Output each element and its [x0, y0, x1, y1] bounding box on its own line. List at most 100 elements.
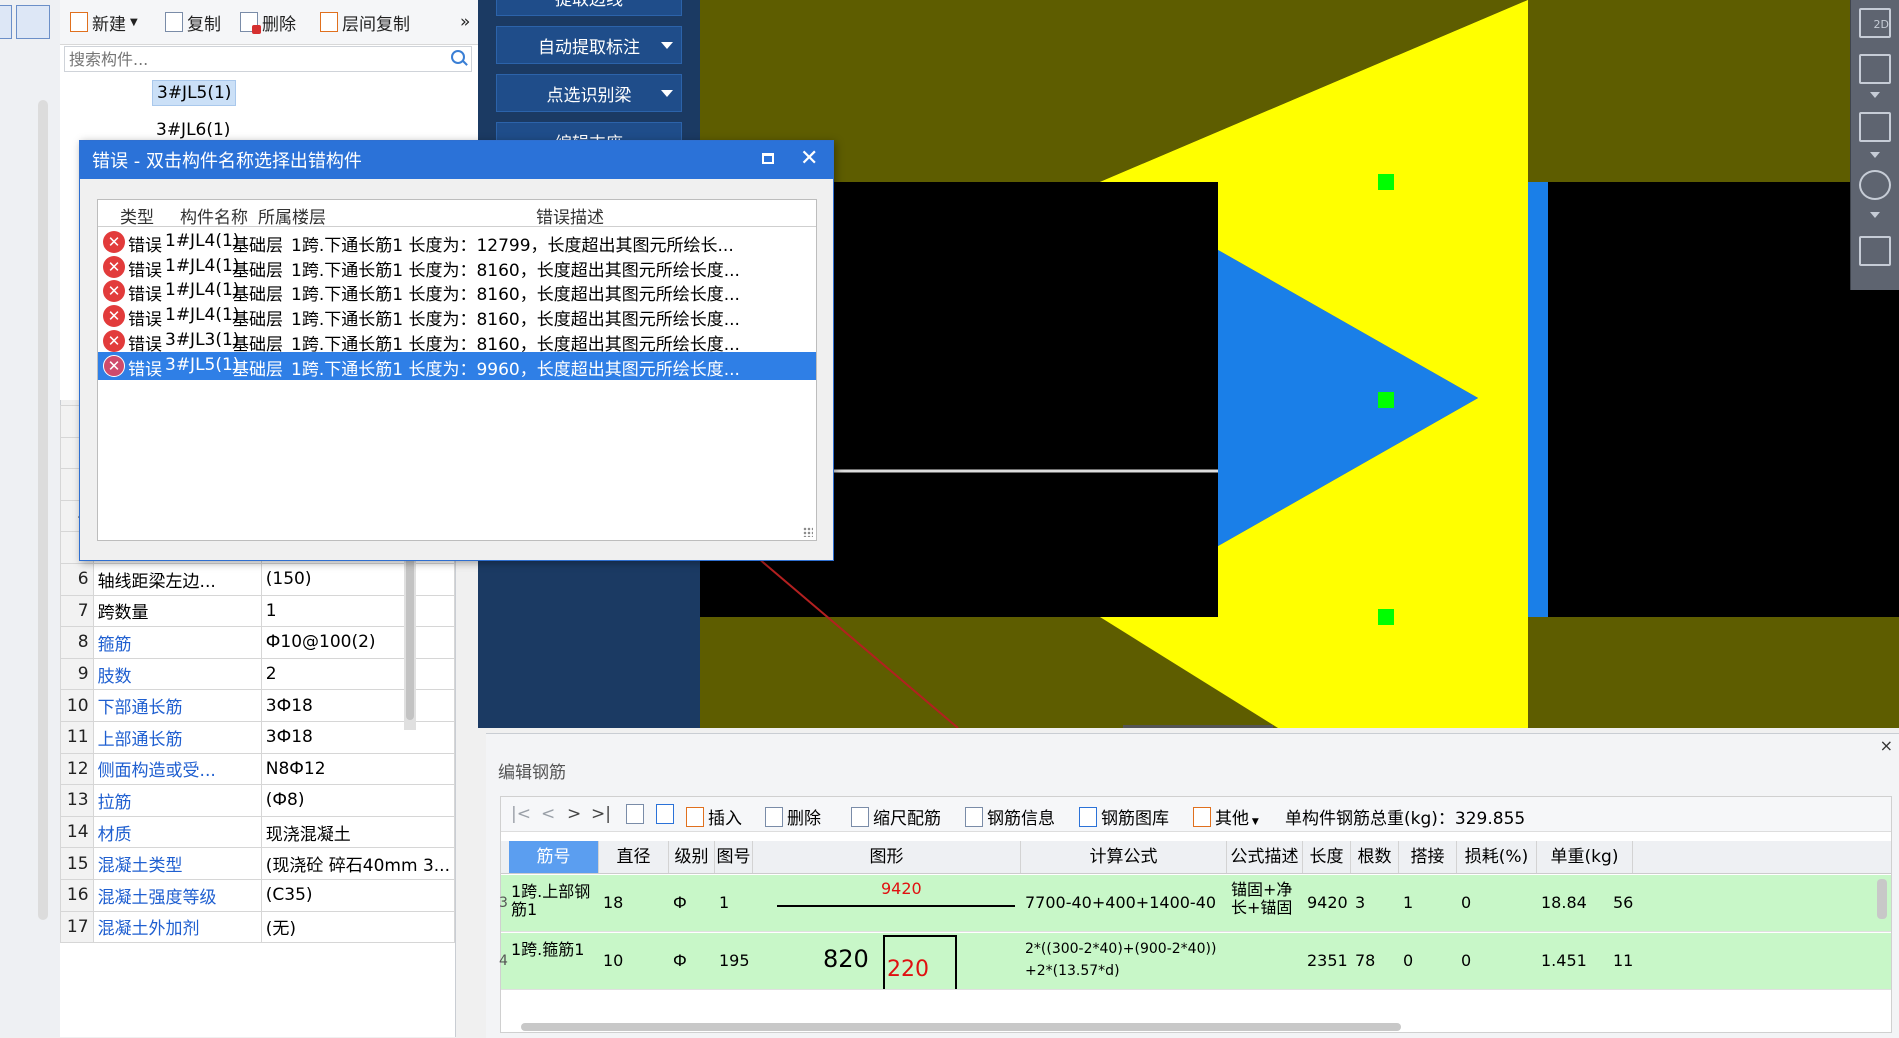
property-row[interactable]: 7 跨数量 1 [60, 594, 456, 628]
rebar-header-cell[interactable]: 长度 [1303, 841, 1351, 873]
property-value[interactable]: 1 [260, 594, 456, 628]
property-row[interactable]: 10 下部通长筋 3Ф18 [60, 689, 456, 722]
rebar-info-button[interactable]: 钢筋信息 [965, 804, 1055, 829]
property-value[interactable]: (Ф8) [260, 784, 456, 817]
vertical-scrollbar[interactable] [1877, 879, 1887, 919]
more-button[interactable]: » [460, 10, 470, 34]
property-row[interactable]: 6 轴线距梁左边... (150) [60, 562, 456, 596]
rebar-header-cell[interactable]: 图形 [753, 841, 1021, 873]
rebar-header-cell[interactable]: 根数 [1351, 841, 1399, 873]
rebar-library-button[interactable]: 钢筋图库 [1079, 804, 1169, 829]
prev-icon[interactable]: < [541, 804, 555, 824]
panel-toggle-icon[interactable] [0, 5, 12, 39]
rebar-shape-width: 220 [887, 957, 929, 982]
delete-row-button[interactable]: 删除 [765, 804, 821, 829]
3d-view-button[interactable] [1859, 54, 1891, 84]
error-dialog-titlebar[interactable]: 错误 - 双击构件名称选择出错构件 ✕ [80, 141, 833, 179]
chevron-down-icon[interactable] [1870, 92, 1880, 98]
property-value[interactable]: (150) [260, 562, 456, 596]
property-row[interactable]: 17 混凝土外加剂 (无) [60, 910, 456, 944]
property-name: 下部通长筋 [92, 689, 262, 722]
rebar-header-cell[interactable]: 图号 [715, 841, 753, 873]
chevron-down-icon[interactable] [1870, 152, 1880, 158]
property-row[interactable]: 16 混凝土强度等级 (C35) [60, 878, 456, 912]
property-row[interactable]: 8 箍筋 Ф10@100(2) [60, 626, 456, 659]
property-row[interactable]: 14 材质 现浇混凝土 [60, 815, 456, 849]
rotate-icon[interactable] [1859, 170, 1891, 200]
property-value[interactable]: (C35) [260, 878, 456, 912]
rebar-header-cell[interactable]: 单重(kg) [1537, 841, 1633, 873]
rebar-header-cell[interactable]: 直径(mm) [599, 841, 669, 899]
horizontal-scrollbar[interactable] [521, 1023, 1401, 1031]
layout-icon[interactable] [16, 5, 50, 39]
chevron-down-icon[interactable] [1870, 212, 1880, 218]
move-up-icon[interactable] [626, 804, 648, 826]
rebar-formula: 7700-40+400+1400-40 [1025, 893, 1217, 912]
property-value[interactable]: N8Ф12 [260, 752, 456, 786]
rebar-row[interactable]: 3 1跨.上部钢筋1 18 Ф 1 9420 7700-40+400+1400-40 锚固+净… [499, 875, 1891, 932]
error-icon: ✕ [103, 329, 125, 352]
error-list: 类型 构件名称 所属楼层 错误描述 ✕ 错误 1#JL4(1) 基础层 1跨.下通长筋1… [97, 199, 817, 541]
rebar-header-cell[interactable]: 筋号 [509, 841, 599, 873]
next-icon[interactable]: > [567, 804, 581, 824]
property-value[interactable]: 3Ф18 [260, 689, 456, 722]
rebar-edit-panel: 编辑钢筋 × |< < > >| 插入 删除 缩尺配筋 钢筋信息 钢筋图库 其他… [486, 733, 1899, 1038]
property-value[interactable]: 2 [260, 657, 456, 691]
rebar-header-cell[interactable]: 损耗(%) [1457, 841, 1537, 873]
rebar-header-cell[interactable]: 公式描述 [1227, 841, 1303, 873]
error-desc: 1跨.下通长筋1 长度为：9960，长度超出其图元所绘长度... [291, 359, 740, 380]
property-row[interactable]: 13 拉筋 (Ф8) [60, 784, 456, 817]
point-identify-button[interactable]: 点选识别梁 [496, 74, 682, 112]
search-icon[interactable] [451, 50, 465, 64]
new-label: 新建 [92, 14, 126, 35]
cube-view-icon[interactable] [1859, 112, 1891, 142]
grid-icon[interactable] [1859, 236, 1891, 266]
auto-extract-button[interactable]: 自动提取标注 [496, 26, 682, 64]
error-row[interactable]: ✕ 错误 3#JL5(1) 基础层 1跨.下通长筋1 长度为：9960，长度超出其图元所… [98, 351, 816, 380]
property-value[interactable]: 3Ф18 [260, 720, 456, 754]
property-value[interactable]: 现浇混凝土 [260, 815, 456, 849]
rebar-header-cell[interactable]: 计算公式 [1021, 841, 1227, 873]
other-button[interactable]: 其他 ▼ [1193, 804, 1259, 829]
header-type[interactable]: 类型 [120, 203, 154, 228]
first-page-icon[interactable]: |< [511, 804, 531, 824]
scale-config-button[interactable]: 缩尺配筋 [851, 804, 941, 829]
rebar-grade: Ф [673, 893, 687, 912]
close-icon[interactable]: × [1880, 736, 1893, 755]
move-down-icon[interactable] [656, 804, 678, 826]
header-name[interactable]: 构件名称 [180, 203, 248, 228]
property-row[interactable]: 11 上部通长筋 3Ф18 [60, 720, 456, 754]
header-desc[interactable]: 错误描述 [536, 203, 604, 228]
extract-edge-button[interactable]: 提取边线 [496, 0, 682, 16]
last-page-icon[interactable]: >| [591, 804, 611, 824]
copy-button[interactable]: 复制 [165, 10, 221, 35]
point-identify-label: 点选识别梁 [546, 85, 632, 106]
property-name: 轴线距梁左边... [92, 562, 262, 596]
error-name: 1#JL4(1) [165, 231, 240, 251]
left-scrollbar[interactable] [38, 100, 48, 920]
insert-button[interactable]: 插入 [686, 804, 742, 829]
close-icon[interactable]: ✕ [800, 147, 818, 171]
tree-item-selected[interactable]: 3#JL5(1) [152, 80, 237, 106]
rebar-row[interactable]: 4 1跨.箍筋1 10 Ф 195 820 220 2*((300-2*40)+(900-2*… [499, 933, 1891, 990]
delete-button[interactable]: 删除 [240, 10, 296, 35]
resize-grip-icon[interactable] [803, 527, 813, 537]
property-row[interactable]: 12 侧面构造或受... N8Ф12 [60, 752, 456, 786]
tree-item[interactable]: 3#JL6(1) [152, 118, 234, 142]
rebar-figure-no: 1 [719, 893, 730, 912]
property-row[interactable]: 9 肢数 2 [60, 657, 456, 691]
property-value[interactable]: Ф10@100(2) [260, 626, 456, 659]
property-row[interactable]: 15 混凝土类型 (现浇砼 碎石40mm 3... [60, 847, 456, 880]
search-input[interactable] [65, 47, 431, 71]
property-value[interactable]: (现浇砼 碎石40mm 3... [260, 847, 456, 880]
rebar-header-cell[interactable]: 搭接 [1399, 841, 1457, 873]
new-button[interactable]: 新建 ▼ [70, 10, 138, 35]
2d-view-button[interactable]: 2D [1859, 8, 1891, 38]
header-floor[interactable]: 所属楼层 [258, 203, 326, 228]
rebar-header-cell[interactable]: 级别 [669, 841, 715, 873]
property-value[interactable]: (无) [260, 910, 456, 944]
row-index: 4 [499, 953, 508, 969]
floor-copy-button[interactable]: 层间复制 [320, 10, 410, 35]
delete-row-label: 删除 [787, 809, 821, 829]
maximize-icon[interactable] [762, 153, 774, 164]
